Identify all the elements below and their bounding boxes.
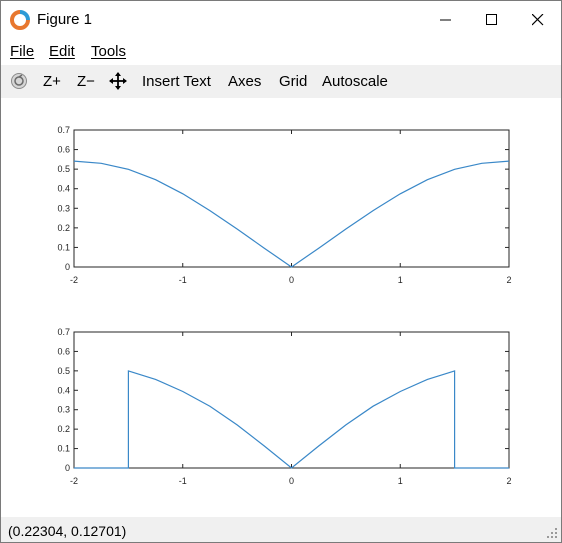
y-tick-label: 0 xyxy=(65,463,70,473)
x-tick-label: 2 xyxy=(506,275,511,285)
x-tick-label: 2 xyxy=(506,476,511,486)
axes-box-1 xyxy=(73,129,510,268)
y-tick-label: 0.2 xyxy=(57,223,70,233)
figure-plots: -2 -1 0 1 2 0 0.1 0.2 0.3 0.4 0.5 0.6 0.7 -2 -1 0 1 2 0 0.1… xyxy=(57,125,511,486)
x-tick-label: -1 xyxy=(179,275,187,285)
octave-app-icon xyxy=(10,10,30,30)
autoscale-button[interactable]: Autoscale xyxy=(322,73,388,90)
y-tick-label: 0 xyxy=(65,262,70,272)
y-tick-label: 0.1 xyxy=(57,444,70,454)
x-tick-label: -2 xyxy=(70,275,78,285)
axes-box-2 xyxy=(73,331,510,469)
window-title: Figure 1 xyxy=(37,11,93,28)
y-tick-label: 0.7 xyxy=(57,125,70,135)
series-line-1-1 xyxy=(73,160,510,268)
menu-bar: File Edit Tools xyxy=(1,39,561,65)
x-tick-label: 0 xyxy=(289,476,294,486)
y-tick-label: 0.6 xyxy=(57,346,70,356)
pan-icon[interactable] xyxy=(109,72,127,90)
x-tick-label: 1 xyxy=(398,476,403,486)
close-button[interactable] xyxy=(515,1,561,39)
y-tick-label: 0.6 xyxy=(57,145,70,155)
status-bar: (0.22304, 0.12701) xyxy=(1,517,561,542)
minimize-button[interactable] xyxy=(423,1,469,39)
y-tick-label: 0.3 xyxy=(57,405,70,415)
y-tick-label: 0.7 xyxy=(57,327,70,337)
insert-text-button[interactable]: Insert Text xyxy=(142,73,211,90)
title-bar[interactable]: Figure 1 xyxy=(1,1,561,39)
y-tick-label: 0.1 xyxy=(57,242,70,252)
y-tick-label: 0.5 xyxy=(57,164,70,174)
x-tick-label: -2 xyxy=(70,476,78,486)
maximize-icon xyxy=(486,14,497,25)
zoom-in-button[interactable]: Z+ xyxy=(43,73,61,90)
menu-file[interactable]: File xyxy=(10,43,34,60)
menu-tools[interactable]: Tools xyxy=(91,43,126,60)
resize-grip-icon[interactable] xyxy=(546,527,558,539)
menu-edit[interactable]: Edit xyxy=(49,43,75,60)
maximize-button[interactable] xyxy=(469,1,515,39)
cursor-coordinates: (0.22304, 0.12701) xyxy=(8,523,127,539)
y-tick-label: 0.3 xyxy=(57,203,70,213)
minimize-icon xyxy=(440,19,451,21)
y-tick-label: 0.5 xyxy=(57,366,70,376)
y-tick-label: 0.4 xyxy=(57,184,70,194)
plot-canvas[interactable]: -2 -1 0 1 2 0 0.1 0.2 0.3 0.4 0.5 0.6 0.7 -2 -1 0 1 2 0 0.1… xyxy=(1,98,561,517)
figure-toolbar: Z+ Z− Insert Text Axes Grid Autoscale xyxy=(1,65,561,99)
x-tick-label: 0 xyxy=(289,275,294,285)
series-line-2-1 xyxy=(74,370,509,469)
figure-window: Figure 1 File Edit Tools Z+ Z− Insert Te… xyxy=(0,0,562,543)
x-tick-label: 1 xyxy=(398,275,403,285)
close-icon xyxy=(532,14,544,26)
zoom-out-button[interactable]: Z− xyxy=(77,73,95,90)
grid-button[interactable]: Grid xyxy=(279,73,307,90)
x-tick-label: -1 xyxy=(179,476,187,486)
rotate-icon[interactable] xyxy=(10,72,28,90)
y-tick-label: 0.2 xyxy=(57,424,70,434)
y-tick-label: 0.4 xyxy=(57,385,70,395)
axes-button[interactable]: Axes xyxy=(228,73,261,90)
